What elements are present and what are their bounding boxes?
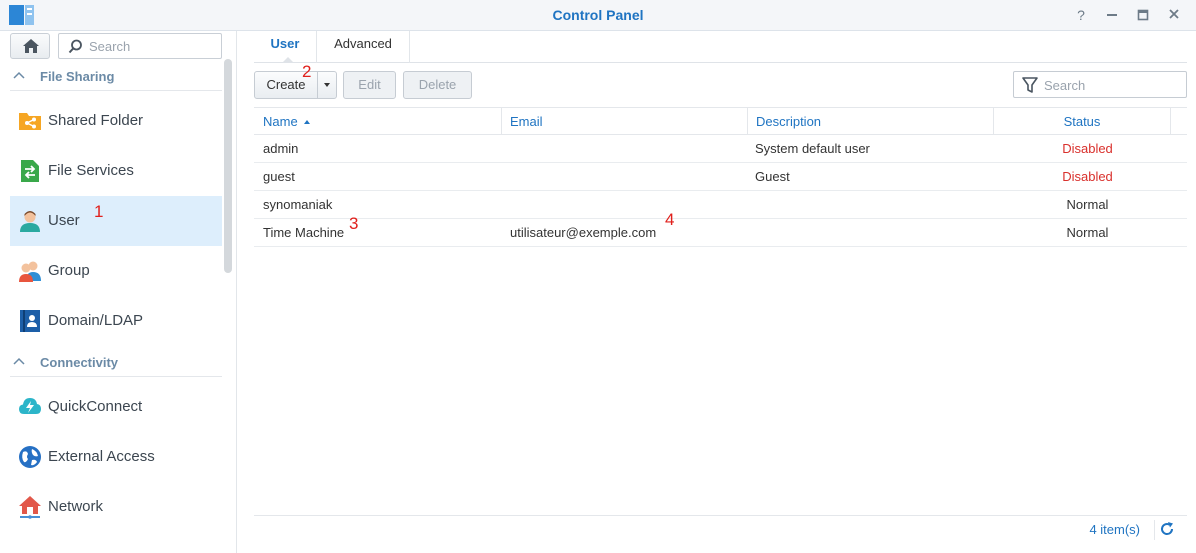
caret-down-icon (324, 83, 330, 87)
search-icon (68, 39, 82, 54)
column-header-name[interactable]: Name (254, 108, 502, 135)
help-icon[interactable]: ? (1073, 6, 1089, 24)
file-services-icon (21, 160, 39, 182)
title-bar: Control Panel ? (0, 0, 1196, 31)
column-header-description[interactable]: Description (748, 108, 994, 135)
sidebar-scrollbar[interactable] (224, 59, 232, 273)
sidebar-item-label: Domain/LDAP (48, 312, 144, 329)
chevron-up-icon (13, 357, 25, 365)
cell-email: utilisateur@exemple.com (510, 225, 657, 240)
section-label: File Sharing (40, 69, 115, 84)
table-footer: 4 item(s) (254, 515, 1187, 543)
domain-ldap-icon (20, 310, 40, 332)
annotation-marker-2: 2 (302, 62, 312, 81)
table-row[interactable]: synomaniak Normal (254, 191, 1187, 219)
column-label: Name (263, 114, 298, 129)
table-row[interactable]: guest Guest Disabled (254, 163, 1187, 191)
window-title: Control Panel (552, 7, 644, 23)
cell-status: Disabled (1062, 169, 1113, 184)
sidebar-search-input[interactable]: Search (58, 33, 222, 59)
sidebar-item-label: Shared Folder (48, 112, 144, 129)
active-tab-indicator (282, 57, 294, 63)
tab-advanced[interactable]: Advanced (317, 31, 410, 63)
section-connectivity[interactable]: Connectivity (10, 349, 222, 377)
sidebar-item-label: User (48, 212, 80, 229)
table-row[interactable]: admin System default user Disabled (254, 135, 1187, 163)
sidebar-item-quickconnect[interactable]: QuickConnect (10, 382, 222, 432)
cell-status: Normal (1066, 225, 1109, 240)
footer-divider (1154, 520, 1155, 540)
table-header: Name Email Description Status (254, 107, 1187, 135)
external-access-icon (19, 446, 41, 468)
sidebar-item-external-access[interactable]: External Access (10, 432, 222, 482)
cell-name: Time Machine (263, 225, 345, 240)
sidebar-item-file-services[interactable]: File Services (10, 146, 222, 196)
cell-description: System default user (755, 141, 870, 156)
edit-button[interactable]: Edit (343, 71, 396, 99)
user-icon (20, 211, 40, 232)
sidebar-item-domain-ldap[interactable]: Domain/LDAP (10, 296, 222, 346)
cell-description: Guest (755, 169, 790, 184)
cell-status: Disabled (1062, 141, 1113, 156)
cell-name: admin (263, 141, 299, 156)
chevron-up-icon (13, 71, 25, 79)
refresh-icon[interactable] (1159, 521, 1175, 537)
table-row[interactable]: Time Machine utilisateur@exemple.com Nor… (254, 219, 1187, 247)
cell-name: synomaniak (263, 197, 333, 212)
column-header-status[interactable]: Status (994, 108, 1171, 135)
sidebar-item-shared-folder[interactable]: Shared Folder (10, 96, 222, 146)
sidebar: Search File Sharing Shared Folder File S… (0, 31, 237, 553)
home-icon (23, 39, 39, 53)
cell-status: Normal (1066, 197, 1109, 212)
sidebar-item-group[interactable]: Group (10, 246, 222, 296)
cell-name: guest (263, 169, 295, 184)
delete-button[interactable]: Delete (403, 71, 472, 99)
sidebar-item-label: QuickConnect (48, 398, 143, 415)
item-count: 4 item(s) (1089, 522, 1140, 537)
maximize-icon[interactable] (1135, 6, 1151, 24)
minimize-icon[interactable] (1104, 6, 1120, 24)
annotation-marker-1: 1 (94, 202, 104, 221)
sidebar-item-label: External Access (48, 448, 155, 465)
quickconnect-icon (19, 398, 41, 414)
sidebar-item-label: Group (48, 262, 90, 279)
network-icon (19, 496, 41, 519)
shared-folder-icon (19, 113, 41, 130)
annotation-marker-3: 3 (349, 214, 359, 233)
create-dropdown-button[interactable] (317, 71, 337, 99)
tab-bar: User Advanced (254, 31, 1187, 63)
sidebar-search-placeholder: Search (89, 39, 131, 54)
sort-ascending-icon (304, 120, 311, 124)
user-search-input[interactable]: Search (1013, 71, 1187, 98)
column-header-email[interactable]: Email (502, 108, 748, 135)
user-search-placeholder: Search (1044, 78, 1086, 93)
annotation-marker-4: 4 (665, 210, 675, 229)
close-icon[interactable] (1166, 6, 1182, 24)
sidebar-item-network[interactable]: Network (10, 482, 222, 532)
filter-icon (1022, 77, 1038, 93)
sidebar-item-label: File Services (48, 162, 134, 179)
sidebar-item-user[interactable]: User (10, 196, 222, 246)
section-label: Connectivity (40, 355, 119, 370)
section-file-sharing[interactable]: File Sharing (10, 63, 222, 91)
home-button[interactable] (10, 33, 50, 59)
group-icon (19, 261, 41, 282)
sidebar-item-label: Network (48, 498, 104, 515)
user-table: Name Email Description Status admin Syst… (254, 107, 1187, 247)
